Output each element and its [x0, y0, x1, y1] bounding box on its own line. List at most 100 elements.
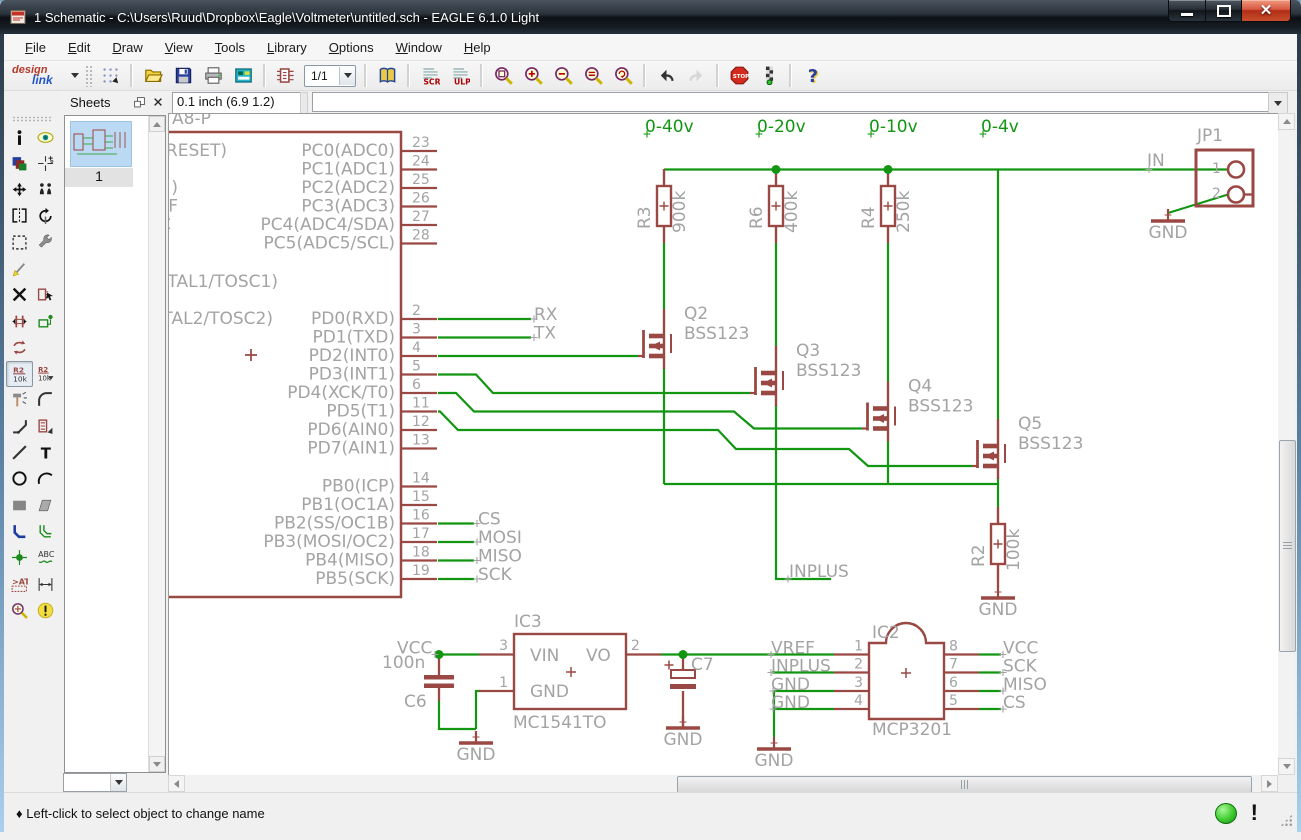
- part-value[interactable]: 900k: [670, 191, 690, 233]
- pin-number[interactable]: 2: [631, 638, 640, 654]
- capacitor-plate[interactable]: [670, 684, 696, 689]
- gnd-label[interactable]: GND: [755, 751, 794, 771]
- mirror-tool-button[interactable]: [6, 203, 33, 229]
- pin-number[interactable]: 4: [854, 693, 863, 709]
- command-line-input[interactable]: [312, 92, 1274, 112]
- net-label[interactable]: MISO: [478, 547, 522, 567]
- net-label[interactable]: C7: [691, 655, 714, 675]
- net-label[interactable]: GND: [771, 675, 810, 695]
- menu-file[interactable]: File: [14, 36, 57, 59]
- go-button[interactable]: [755, 62, 783, 90]
- mcu-pin-label[interactable]: PC5(ADC5/SCL): [264, 234, 395, 254]
- mcu-pin-label[interactable]: PB3(MOSI/OC2): [263, 532, 395, 552]
- mcu-pin-label[interactable]: (XTAL2/TOSC2): [169, 309, 273, 329]
- name-tool-button[interactable]: [6, 361, 33, 387]
- net-label[interactable]: SCK: [1003, 657, 1038, 677]
- part-value[interactable]: MCP3201: [872, 720, 952, 740]
- menu-draw[interactable]: Draw: [101, 36, 153, 59]
- mcu-pin-label[interactable]: PD4(XCK/T0): [287, 383, 395, 403]
- pin-number[interactable]: 24: [412, 154, 430, 170]
- toolbar-grip[interactable]: [85, 65, 92, 87]
- scroll-up-button[interactable]: [149, 116, 165, 132]
- part-name[interactable]: Q2: [684, 304, 708, 324]
- sheet-thumbnail[interactable]: [70, 121, 132, 167]
- stop-button[interactable]: [725, 62, 753, 90]
- mcu-pin-label[interactable]: PD2(INT0): [309, 346, 395, 366]
- net-label[interactable]: INPLUS: [789, 562, 849, 582]
- label-tool-button[interactable]: [32, 545, 59, 571]
- net-label[interactable]: TX: [533, 324, 556, 344]
- mcu-pin-label[interactable]: PD3(INT1): [309, 365, 395, 385]
- display-tool-button[interactable]: [6, 150, 33, 176]
- part-value[interactable]: BSS123: [684, 324, 749, 344]
- net-wire[interactable]: [438, 375, 750, 394]
- value-tool-button[interactable]: [32, 361, 59, 387]
- pin-number[interactable]: 25: [412, 172, 430, 188]
- board-button[interactable]: [272, 62, 300, 90]
- part-value[interactable]: 250k: [894, 191, 914, 233]
- mcu-pin-label[interactable]: PC0(ADC0): [301, 141, 395, 161]
- library-button[interactable]: [373, 62, 401, 90]
- capacitor-plate[interactable]: [424, 675, 454, 680]
- net-wire[interactable]: [476, 691, 479, 729]
- voltage-range-label[interactable]: 0-40v: [645, 117, 694, 137]
- pin-number[interactable]: 6: [412, 377, 421, 393]
- move-tool-button[interactable]: [6, 177, 33, 203]
- part-name[interactable]: R6: [747, 206, 767, 229]
- pin-number[interactable]: 23: [412, 135, 430, 151]
- net-label[interactable]: SCK: [478, 565, 513, 585]
- split-tool-button[interactable]: [6, 413, 33, 439]
- net-wire[interactable]: [439, 701, 476, 729]
- pin-number[interactable]: 5: [949, 693, 958, 709]
- zoomfit-button[interactable]: [489, 62, 517, 90]
- maximize-button[interactable]: [1206, 0, 1241, 22]
- part-value[interactable]: 100k: [1004, 529, 1024, 571]
- net-label[interactable]: GND: [771, 693, 810, 713]
- part-value[interactable]: BSS123: [1018, 434, 1083, 454]
- text-tool-button[interactable]: [32, 440, 59, 466]
- mcu-pin-label[interactable]: PD5(T1): [326, 402, 395, 422]
- dimension-tool-button[interactable]: [32, 571, 59, 597]
- voltage-range-label[interactable]: 0-10v: [869, 117, 918, 137]
- schematic-canvas-area[interactable]: A8-P(/RESET))EFC(XTAL1/TOSC1)(XTAL2/TOSC…: [168, 113, 1278, 775]
- mcu-pin-label[interactable]: PC4(ADC4/SDA): [260, 215, 395, 235]
- cut-tool-button[interactable]: [6, 255, 33, 281]
- pin-number[interactable]: 3: [412, 322, 421, 338]
- attribute-tool-button[interactable]: [6, 571, 33, 597]
- delete-tool-button[interactable]: [6, 282, 33, 308]
- ic-pin-label[interactable]: GND: [530, 682, 569, 702]
- scroll-up-button[interactable]: [1278, 113, 1295, 130]
- pinswap-tool-button[interactable]: [6, 308, 33, 334]
- smash-tool-button[interactable]: [6, 387, 33, 413]
- pin-number[interactable]: 18: [412, 545, 430, 561]
- part-name[interactable]: R3: [635, 206, 655, 229]
- part-name[interactable]: Q4: [908, 377, 932, 397]
- pin-number[interactable]: 1: [1212, 161, 1221, 177]
- scr-button[interactable]: [416, 62, 444, 90]
- mcu-pin-label[interactable]: PB5(SCK): [315, 569, 395, 589]
- command-history-dropdown[interactable]: [1268, 92, 1288, 114]
- menu-library[interactable]: Library: [256, 36, 318, 59]
- zoomsel-button[interactable]: [579, 62, 607, 90]
- junction-tool-button[interactable]: [6, 545, 33, 571]
- scroll-down-button[interactable]: [149, 756, 165, 772]
- pin-number[interactable]: 26: [412, 191, 430, 207]
- gnd-label[interactable]: GND: [979, 600, 1018, 620]
- net-label[interactable]: VCC: [1003, 639, 1038, 659]
- help-button[interactable]: [798, 62, 826, 90]
- menu-window[interactable]: Window: [385, 36, 453, 59]
- errors-tool-button[interactable]: [32, 597, 59, 623]
- pin-number[interactable]: 1: [854, 639, 863, 655]
- pin-number[interactable]: 2: [1212, 186, 1221, 202]
- rotate-tool-button[interactable]: [32, 203, 59, 229]
- scroll-left-button[interactable]: [168, 775, 185, 792]
- zoomout-button[interactable]: [549, 62, 577, 90]
- menu-help[interactable]: Help: [453, 36, 502, 59]
- pin-number[interactable]: 1: [499, 675, 508, 691]
- zoomin-button[interactable]: [519, 62, 547, 90]
- part-value[interactable]: BSS123: [796, 361, 861, 381]
- vertical-scrollbar[interactable]: [1278, 113, 1295, 775]
- sheet-list-item-1[interactable]: 1: [65, 168, 133, 187]
- part-name[interactable]: R4: [859, 206, 879, 229]
- scroll-right-button[interactable]: [1261, 775, 1278, 792]
